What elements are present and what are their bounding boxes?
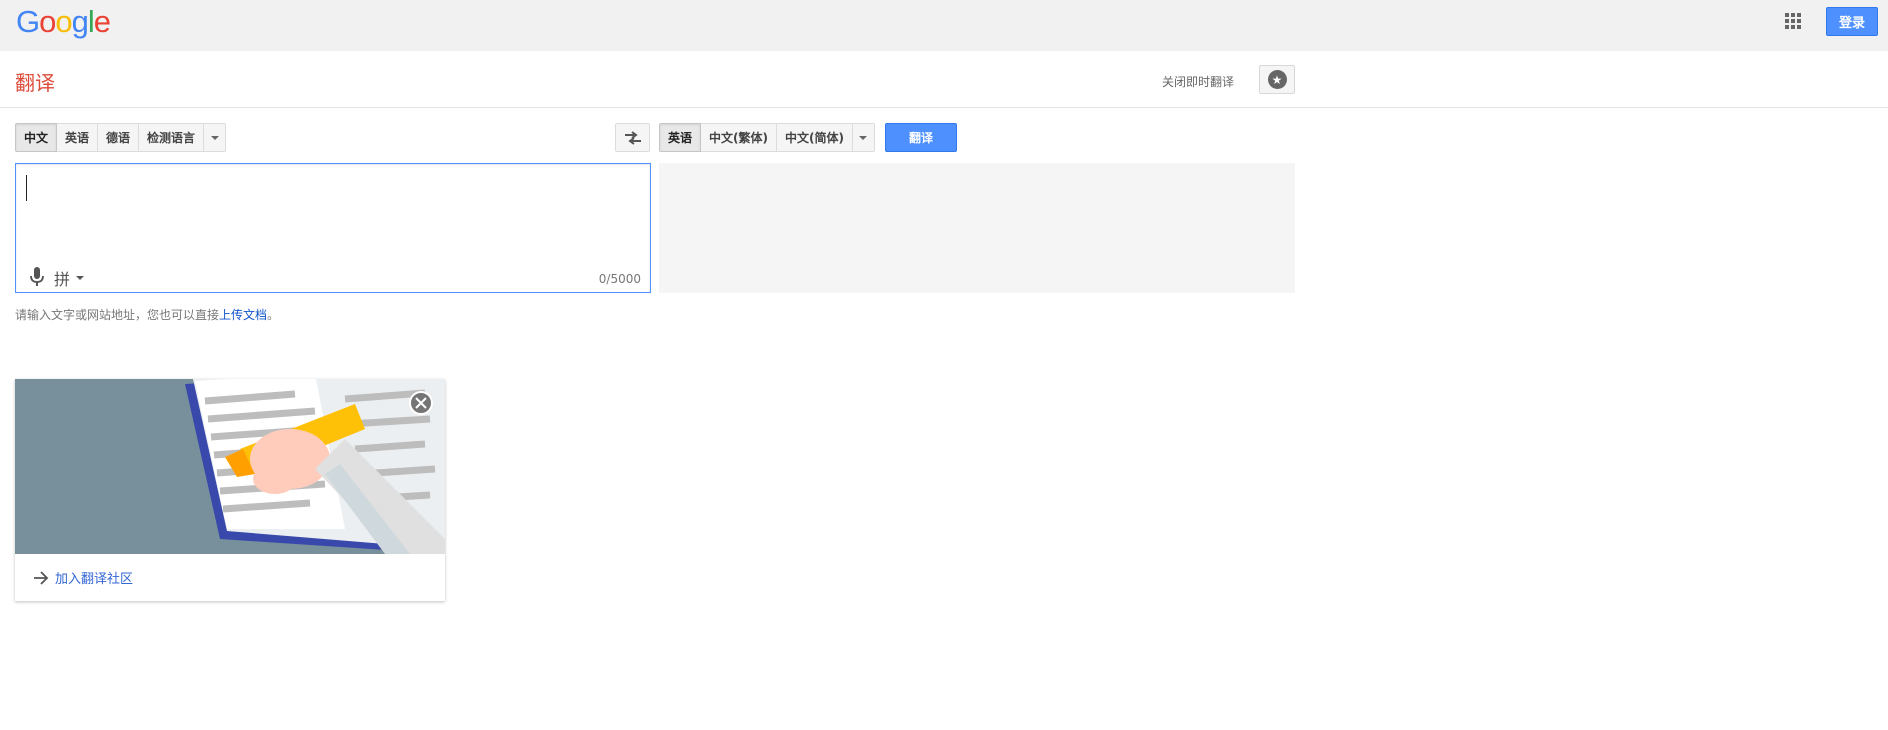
target-lang-english[interactable]: 英语 bbox=[659, 123, 702, 152]
text-cursor bbox=[26, 175, 27, 201]
logo-letter: o bbox=[55, 4, 72, 39]
input-method-selector[interactable]: 拼 bbox=[54, 266, 85, 290]
chevron-down-icon bbox=[76, 276, 85, 280]
swap-languages-button[interactable] bbox=[615, 123, 650, 152]
logo-letter: e bbox=[93, 4, 111, 39]
star-icon: ★ bbox=[1267, 70, 1287, 89]
source-lang-german[interactable]: 德语 bbox=[98, 123, 140, 152]
hint-text: 请输入文字或网站地址，您也可以直接 bbox=[15, 308, 220, 322]
source-lang-chinese[interactable]: 中文 bbox=[15, 123, 58, 152]
swap-languages-icon bbox=[624, 130, 641, 145]
source-lang-detect[interactable]: 检测语言 bbox=[139, 123, 205, 152]
logo-letter: o bbox=[39, 4, 56, 39]
target-lang-dropdown[interactable] bbox=[852, 123, 875, 152]
arrow-right-icon bbox=[34, 570, 49, 585]
promo-illustration bbox=[15, 379, 445, 554]
google-logo[interactable]: Google bbox=[16, 4, 111, 40]
source-text-input[interactable] bbox=[16, 164, 650, 254]
input-hint: 请输入文字或网站地址，您也可以直接上传文档。 bbox=[15, 306, 279, 323]
page-title: 翻译 bbox=[15, 71, 55, 95]
close-icon bbox=[415, 397, 427, 409]
join-community-label: 加入翻译社区 bbox=[55, 572, 134, 587]
source-lang-english[interactable]: 英语 bbox=[57, 123, 99, 152]
translation-result-box bbox=[659, 163, 1295, 293]
community-promo-card: 加入翻译社区 bbox=[15, 379, 445, 601]
close-promo-button[interactable] bbox=[409, 391, 433, 415]
logo-letter: g bbox=[71, 4, 89, 39]
ime-label: 拼 bbox=[54, 270, 71, 289]
signin-button[interactable]: 登录 bbox=[1826, 7, 1878, 36]
apps-grid-icon[interactable] bbox=[1785, 13, 1801, 29]
microphone-icon[interactable] bbox=[28, 266, 46, 288]
target-lang-chinese-simplified[interactable]: 中文(简体) bbox=[777, 123, 853, 152]
top-bar: Google 登录 bbox=[0, 0, 1888, 51]
toggle-instant-translation-link[interactable]: 关闭即时翻译 bbox=[1162, 73, 1234, 90]
character-counter: 0/5000 bbox=[598, 272, 641, 286]
target-language-bar: 英语 中文(繁体) 中文(简体) bbox=[659, 123, 875, 152]
hint-suffix: 。 bbox=[267, 308, 280, 322]
source-text-box: 拼 0/5000 bbox=[15, 163, 651, 293]
join-community-link[interactable]: 加入翻译社区 bbox=[15, 554, 445, 601]
title-bar: 翻译 关闭即时翻译 ★ bbox=[0, 51, 1888, 108]
source-language-bar: 中文 英语 德语 检测语言 bbox=[15, 123, 227, 152]
phrasebook-button[interactable]: ★ bbox=[1259, 65, 1295, 94]
chevron-down-icon bbox=[859, 135, 868, 140]
source-lang-dropdown[interactable] bbox=[204, 123, 227, 152]
logo-letter: G bbox=[16, 4, 40, 39]
target-lang-chinese-traditional[interactable]: 中文(繁体) bbox=[701, 123, 777, 152]
chevron-down-icon bbox=[210, 135, 219, 140]
translate-button[interactable]: 翻译 bbox=[885, 123, 957, 152]
upload-document-link[interactable]: 上传文档 bbox=[219, 308, 267, 322]
